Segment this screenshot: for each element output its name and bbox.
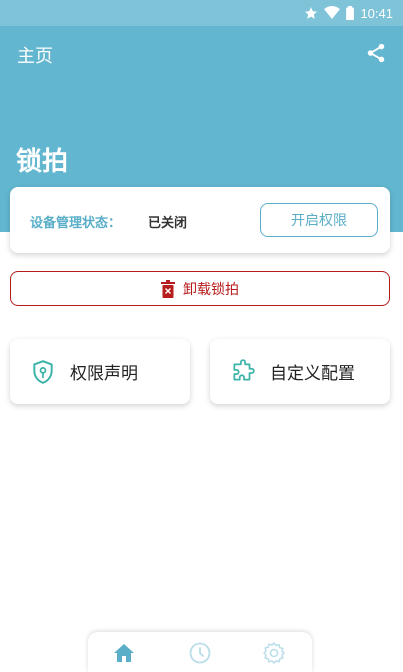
permission-statement-tile[interactable]: 权限声明 bbox=[10, 339, 190, 404]
wifi-icon bbox=[324, 6, 341, 19]
enable-permission-button[interactable]: 开启权限 bbox=[260, 203, 378, 237]
bottom-nav bbox=[88, 632, 312, 672]
battery-icon bbox=[346, 6, 355, 20]
puzzle-icon bbox=[233, 358, 255, 380]
status-time: 10:41 bbox=[360, 5, 393, 21]
custom-config-label: 自定义配置 bbox=[270, 364, 355, 384]
app-name: 锁拍 bbox=[16, 147, 69, 177]
permission-statement-label: 权限声明 bbox=[70, 364, 138, 384]
shield-lock-icon bbox=[33, 359, 53, 384]
clock-icon[interactable] bbox=[188, 641, 212, 665]
uninstall-label: 卸载锁拍 bbox=[183, 281, 239, 298]
star-icon bbox=[305, 7, 318, 19]
home-icon[interactable] bbox=[112, 641, 136, 665]
gear-icon[interactable] bbox=[262, 641, 286, 665]
page-title: 主页 bbox=[17, 46, 53, 67]
trash-icon bbox=[161, 279, 175, 298]
device-status-value: 已关闭 bbox=[148, 216, 188, 231]
device-status-card: 设备管理状态： 已关闭 开启权限 bbox=[10, 187, 390, 253]
status-icons: 10:41 bbox=[304, 4, 393, 22]
uninstall-button[interactable]: 卸载锁拍 bbox=[10, 271, 390, 306]
custom-config-tile[interactable]: 自定义配置 bbox=[210, 339, 390, 404]
status-bar: 10:41 bbox=[0, 0, 403, 26]
device-status-label: 设备管理状态： bbox=[30, 216, 122, 231]
share-icon[interactable] bbox=[365, 42, 387, 64]
